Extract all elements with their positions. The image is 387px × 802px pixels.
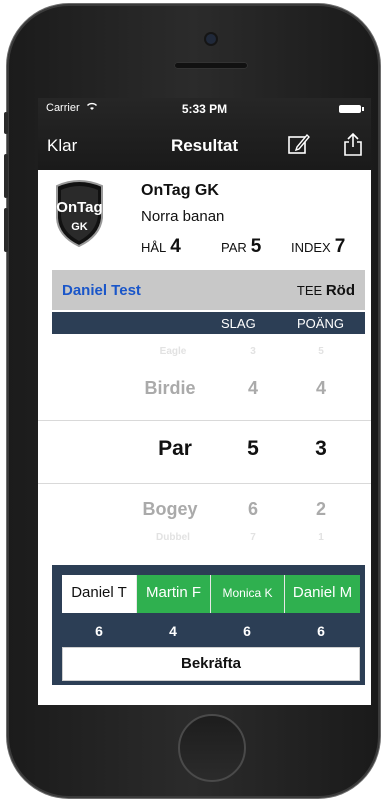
volume-up-button (4, 154, 8, 198)
picker-row-poang: 4 (315, 378, 326, 398)
player-strokes: 6 (243, 623, 251, 639)
picker-row-dubbel[interactable]: Dubbel 7 1 (38, 532, 371, 546)
player-tab-monica-k[interactable]: Monica K (210, 575, 284, 613)
tee-label: TEE (296, 283, 323, 298)
confirm-button[interactable]: Bekräfta (62, 647, 360, 681)
player-strokes: 6 (95, 623, 103, 639)
picker-row-slag: 3 (250, 346, 256, 357)
player-bar[interactable]: Daniel Test TEE Röd (52, 270, 365, 310)
mute-switch (4, 112, 8, 134)
share-icon[interactable] (340, 131, 366, 157)
column-header: SLAG POÄNG (52, 312, 365, 334)
player-tab-daniel-t[interactable]: Daniel T (62, 575, 136, 613)
volume-down-button (4, 208, 8, 252)
front-camera (206, 34, 216, 44)
course-name: Norra banan (141, 208, 225, 225)
par-label: PAR (221, 240, 247, 255)
player-tab-martin-f[interactable]: Martin F (136, 575, 210, 613)
picker-row-label: Eagle (159, 346, 187, 357)
edit-icon[interactable] (286, 131, 312, 157)
status-time: 5:33 PM (181, 102, 228, 116)
picker-row-poang: 1 (318, 532, 324, 543)
picker-row-label: Dubbel (156, 532, 190, 543)
player-strokes: 4 (169, 623, 177, 639)
picker-row-label: Par (158, 437, 192, 460)
picker-row-slag: 5 (247, 437, 259, 460)
index-stat: INDEX 7 (291, 236, 345, 258)
tee-info: TEE Röd (297, 282, 355, 299)
tee-value: Röd (325, 282, 355, 299)
picker-row-birdie[interactable]: Birdie 4 4 (38, 378, 371, 408)
par-stat: PAR 5 (221, 236, 261, 258)
picker-row-slag: 4 (247, 378, 258, 398)
picker-divider-top (38, 420, 371, 421)
picker-row-label: Bogey (142, 499, 198, 519)
player-tab-daniel-m[interactable]: Daniel M (284, 575, 360, 613)
club-name: OnTag GK (141, 182, 219, 199)
player-panel: Daniel T Martin F Monica K Daniel M 6 4 … (52, 565, 365, 685)
picker-row-bogey[interactable]: Bogey 6 2 (38, 499, 371, 529)
earpiece-speaker (174, 62, 248, 69)
navigation-bar: Carrier 5:33 PM Klar Resultat (38, 98, 371, 170)
page-title: Resultat (170, 136, 239, 155)
par-value: 5 (250, 236, 262, 257)
picker-row-poang: 3 (315, 437, 327, 460)
score-picker[interactable]: Eagle 3 5 Birdie 4 4 Par 5 3 Bogey 6 2 D… (38, 344, 371, 544)
index-label: INDEX (291, 240, 331, 255)
logo-text-bottom: GK (71, 221, 88, 233)
picker-row-label: Birdie (144, 378, 196, 398)
player-name: Daniel Test (62, 282, 141, 299)
picker-row-slag: 7 (250, 532, 256, 543)
app-screen: Carrier 5:33 PM Klar Resultat OnTag GK O… (38, 98, 371, 705)
column-poang: POÄNG (297, 316, 344, 331)
picker-row-poang: 2 (315, 499, 326, 519)
hole-value: 4 (170, 236, 181, 257)
picker-row-par-selected[interactable]: Par 5 3 (38, 437, 371, 467)
column-slag: SLAG (221, 316, 256, 331)
home-button[interactable] (178, 714, 246, 782)
index-value: 7 (334, 236, 346, 257)
hole-label: HÅL (141, 240, 167, 255)
picker-row-poang: 5 (318, 346, 324, 357)
logo-text-top: OnTag (56, 199, 102, 216)
picker-row-eagle[interactable]: Eagle 3 5 (38, 346, 371, 362)
player-strokes: 6 (317, 623, 325, 639)
battery-icon (339, 105, 364, 113)
picker-row-slag: 6 (247, 499, 258, 519)
hole-stat: HÅL 4 (141, 236, 181, 258)
club-logo: OnTag GK (56, 180, 103, 248)
picker-divider-bottom (38, 483, 371, 484)
